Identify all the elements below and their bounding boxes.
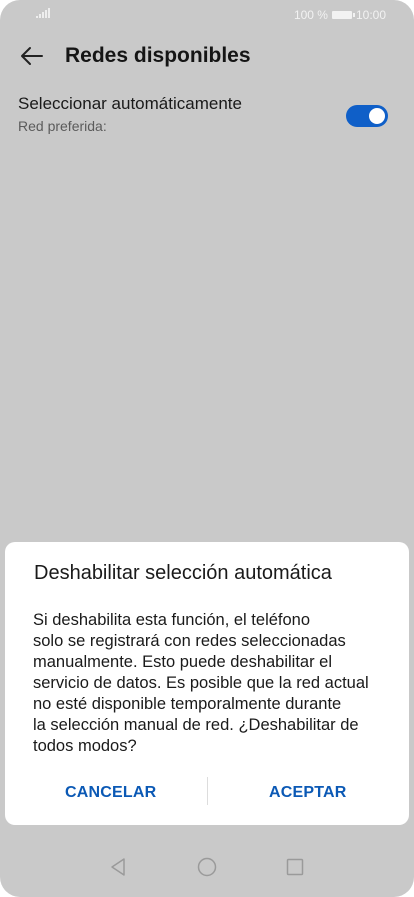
dialog-line: Si deshabilita esta función, el teléfono [33,611,311,629]
auto-select-toggle[interactable] [346,105,388,127]
dialog-line: servicio de datos. Es posible que la red… [33,674,369,692]
toggle-knob [369,108,385,124]
dialog-message: Si deshabilita esta función, el teléfono… [33,610,387,757]
navigation-bar [0,845,414,897]
dialog-title: Deshabilitar selección automática [34,562,332,584]
button-divider [207,777,208,805]
battery-icon [331,11,355,19]
dialog-line: manualmente. Esto puede deshabilitar el [33,653,333,671]
setting-subtitle: Red preferida: [18,118,107,134]
battery-percent: 100 % [293,8,328,22]
dialog-line: no esté disponible temporalmente durante [33,695,342,713]
app-bar: Redes disponibles [0,38,414,74]
accept-button[interactable]: ACEPTAR [269,784,347,802]
phone-screen: 100 % 10:00 Redes disponibles Selecciona… [0,0,414,897]
status-bar: 100 % 10:00 [0,0,414,30]
setting-title: Seleccionar automáticamente [18,94,242,113]
status-right: 100 % 10:00 [294,8,386,22]
signal-icon [36,8,50,18]
auto-select-setting[interactable]: Seleccionar automáticamente Red preferid… [18,94,396,142]
dialog-line: todos modos? [33,737,137,755]
page-title: Redes disponibles [65,44,251,67]
dialog-line: solo se registrará con redes seleccionad… [33,632,346,650]
triangle-back-icon[interactable] [106,855,130,879]
disable-auto-select-dialog: Deshabilitar selección automática Si des… [5,542,409,825]
circle-home-icon[interactable] [195,855,219,879]
square-recents-icon[interactable] [283,855,307,879]
clock: 10:00 [355,8,386,22]
cancel-button[interactable]: CANCELAR [65,784,156,802]
back-arrow-icon[interactable] [18,42,46,70]
dialog-line: la selección manual de red. ¿Deshabilita… [33,716,359,734]
